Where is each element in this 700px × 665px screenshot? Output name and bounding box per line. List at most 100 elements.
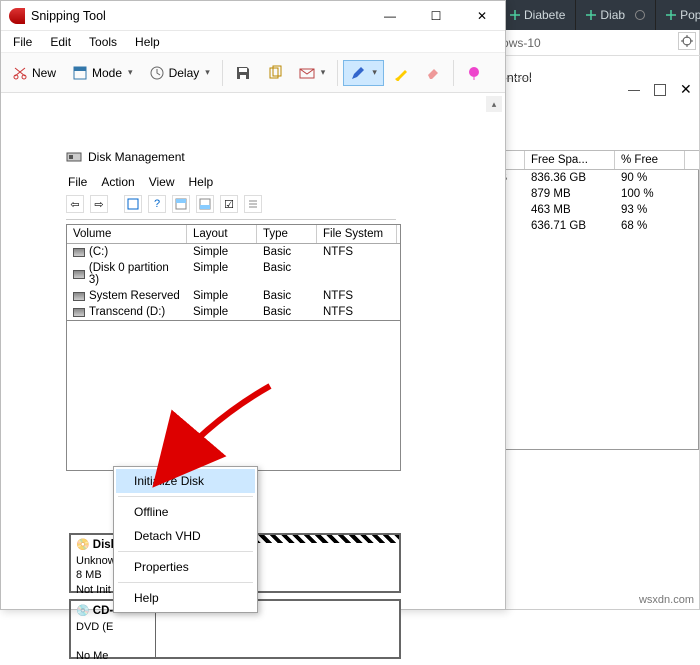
tab-icon	[586, 10, 596, 20]
table-row[interactable]: B463 MB93 %	[475, 202, 699, 218]
table-header-row: ity Free Spa... % Free	[475, 150, 699, 170]
mode-icon	[72, 65, 88, 81]
table-row[interactable]: Transcend (D:)SimpleBasicNTFS	[67, 304, 400, 320]
mode-button[interactable]: Mode▾	[65, 60, 140, 86]
browser-tab[interactable]: Diabete	[500, 0, 576, 30]
table-row[interactable]: B879 MB100 %	[475, 186, 699, 202]
minimize-button[interactable]: ―	[367, 1, 413, 31]
volume-table: Volume Layout Type File System (C:)Simpl…	[66, 224, 401, 321]
eraser-button[interactable]	[418, 60, 448, 86]
close-button[interactable]: ✕	[459, 1, 505, 31]
mail-icon	[299, 65, 315, 81]
table-row[interactable]: 5 GB836.36 GB90 %	[475, 170, 699, 186]
save-button[interactable]	[228, 60, 258, 86]
separator	[118, 496, 253, 497]
volume-icon	[73, 270, 85, 279]
tab-label: Diabete	[524, 8, 565, 22]
context-menu: Initialize Disk Offline Detach VHD Prope…	[113, 466, 258, 613]
watermark: wsxdn.com	[639, 594, 694, 606]
ctx-detach-vhd[interactable]: Detach VHD	[116, 524, 255, 548]
menu-file[interactable]: File	[5, 33, 40, 51]
dm-title-text: Disk Management	[88, 150, 185, 164]
separator	[118, 582, 253, 583]
tab-icon	[510, 10, 520, 20]
menu-tools[interactable]: Tools	[81, 33, 125, 51]
new-button[interactable]: New	[5, 60, 63, 86]
mail-button[interactable]: ▾	[292, 60, 333, 86]
copy-icon	[267, 65, 283, 81]
clock-icon	[149, 65, 165, 81]
scissors-icon	[12, 65, 28, 81]
settings-button[interactable]: ☑	[220, 195, 238, 213]
dm-menu-help[interactable]: Help	[189, 175, 214, 189]
dm-menubar: File Action View Help	[66, 171, 396, 193]
scroll-up-button[interactable]: ▴	[486, 96, 502, 112]
help-button[interactable]: ?	[148, 195, 166, 213]
browser-tab[interactable]: Diab	[576, 0, 656, 30]
eraser-icon	[425, 65, 441, 81]
dm-toolbar: ⇦ ⇨ ? ☑	[66, 193, 396, 220]
chevron-down-icon: ▾	[205, 67, 210, 78]
highlighter-icon	[393, 65, 409, 81]
col-header[interactable]: Type	[257, 225, 317, 243]
separator	[337, 60, 338, 86]
dm-menu-action[interactable]: Action	[101, 175, 134, 189]
list-button[interactable]	[244, 195, 262, 213]
back-button[interactable]: ⇦	[66, 195, 84, 213]
table-row[interactable]: (C:)SimpleBasicNTFS	[67, 244, 400, 260]
table-row[interactable]: System ReservedSimpleBasicNTFS	[67, 288, 400, 304]
titlebar[interactable]: Snipping Tool ― ☐ ✕	[1, 1, 505, 31]
col-header[interactable]: Volume	[67, 225, 187, 243]
menubar: File Edit Tools Help	[1, 31, 505, 53]
ctx-offline[interactable]: Offline	[116, 500, 255, 524]
browser-tabbar: Diabete Diab Popul	[500, 0, 700, 30]
table-row[interactable]: GB636.71 GB68 %	[475, 218, 699, 234]
volume-icon	[73, 292, 85, 301]
save-icon	[235, 65, 251, 81]
disk-management-icon	[66, 149, 82, 165]
copy-button[interactable]	[260, 60, 290, 86]
balloon-icon	[466, 65, 482, 81]
ctx-properties[interactable]: Properties	[116, 555, 255, 579]
col-header[interactable]: File System	[317, 225, 397, 243]
background-window-controls: ✕	[628, 84, 692, 96]
target-icon[interactable]	[678, 32, 696, 50]
volume-icon	[73, 248, 85, 257]
maximize-button[interactable]: ☐	[413, 1, 459, 31]
minimize-icon[interactable]	[628, 90, 640, 91]
tab-indicator-icon	[635, 10, 645, 20]
ctx-initialize-disk[interactable]: Initialize Disk	[116, 469, 255, 493]
app-icon	[9, 8, 25, 24]
forward-button[interactable]: ⇨	[90, 195, 108, 213]
table-empty-area	[66, 321, 401, 471]
table-header-row: Volume Layout Type File System	[67, 225, 400, 244]
highlighter-button[interactable]	[386, 60, 416, 86]
pen-button[interactable]: ▾	[343, 60, 384, 86]
col-header[interactable]: Layout	[187, 225, 257, 243]
col-header[interactable]: Free Spa...	[525, 151, 615, 169]
maximize-icon[interactable]	[654, 84, 666, 96]
table-row[interactable]: (Disk 0 partition 3)SimpleBasic	[67, 260, 400, 288]
window-title: Snipping Tool	[31, 9, 367, 23]
refresh-button[interactable]	[124, 195, 142, 213]
dm-menu-view[interactable]: View	[149, 175, 175, 189]
view-bottom-button[interactable]	[196, 195, 214, 213]
background-toolbar: indows-10	[480, 30, 700, 56]
tab-label: Popul	[680, 8, 700, 22]
view-top-button[interactable]	[172, 195, 190, 213]
paint3d-button[interactable]	[459, 60, 489, 86]
chevron-down-icon: ▾	[128, 67, 133, 78]
close-icon[interactable]: ✕	[680, 84, 692, 96]
tab-label: Diab	[600, 8, 625, 22]
menu-edit[interactable]: Edit	[42, 33, 79, 51]
dm-menu-file[interactable]: File	[68, 175, 87, 189]
col-header[interactable]: % Free	[615, 151, 685, 169]
menu-help[interactable]: Help	[127, 33, 168, 51]
browser-tab[interactable]: Popul	[656, 0, 700, 30]
delay-button[interactable]: Delay▾	[142, 60, 217, 86]
pen-icon	[350, 65, 366, 81]
disk-management-window: Disk Management File Action View Help ⇦ …	[66, 149, 396, 471]
ctx-help[interactable]: Help	[116, 586, 255, 610]
separator	[222, 60, 223, 86]
toolbar: New Mode▾ Delay▾ ▾ ▾	[1, 53, 505, 93]
